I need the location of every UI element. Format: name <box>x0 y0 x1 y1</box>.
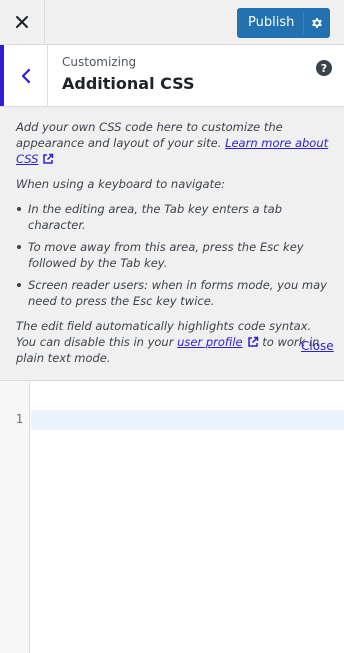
user-profile-label: user profile <box>177 335 243 349</box>
close-description-link[interactable]: Close <box>301 339 334 353</box>
section-description: Add your own CSS code here to customize … <box>16 119 332 375</box>
chevron-left-icon <box>21 68 30 83</box>
publish-divider <box>303 12 304 34</box>
breadcrumb: Customizing <box>62 55 137 69</box>
list-item: To move away from this area, press the E… <box>17 239 332 271</box>
keyboard-heading: When using a keyboard to navigate: <box>16 177 226 191</box>
line-number-gutter: 1 <box>0 381 30 653</box>
back-button[interactable] <box>0 45 48 106</box>
line-number: 1 <box>15 412 23 426</box>
external-link-icon <box>247 336 258 347</box>
active-code-line[interactable] <box>31 410 344 430</box>
close-icon <box>16 16 28 28</box>
intro-paragraph: Add your own CSS code here to customize … <box>16 119 332 167</box>
customizer-topbar: Publish <box>0 0 344 45</box>
page-title: Additional CSS <box>62 74 195 93</box>
list-item: Screen reader users: when in forms mode,… <box>17 277 332 309</box>
keyboard-tips-list: In the editing area, the Tab key enters … <box>16 201 332 309</box>
user-profile-link[interactable]: user profile <box>177 335 243 349</box>
external-link-icon <box>43 153 54 164</box>
section-header: Customizing Additional CSS ? <box>0 45 344 107</box>
help-button[interactable]: ? <box>316 60 332 76</box>
gear-icon <box>312 18 322 28</box>
publish-button[interactable]: Publish <box>237 8 330 38</box>
syntax-note: The edit field automatically highlights … <box>16 318 332 366</box>
publish-settings-button[interactable] <box>307 13 327 33</box>
list-item: In the editing area, the Tab key enters … <box>17 201 332 233</box>
publish-label: Publish <box>248 15 295 30</box>
close-customizer-button[interactable] <box>0 0 45 44</box>
help-icon: ? <box>320 61 328 75</box>
css-code-editor[interactable]: 1 <box>0 381 344 653</box>
